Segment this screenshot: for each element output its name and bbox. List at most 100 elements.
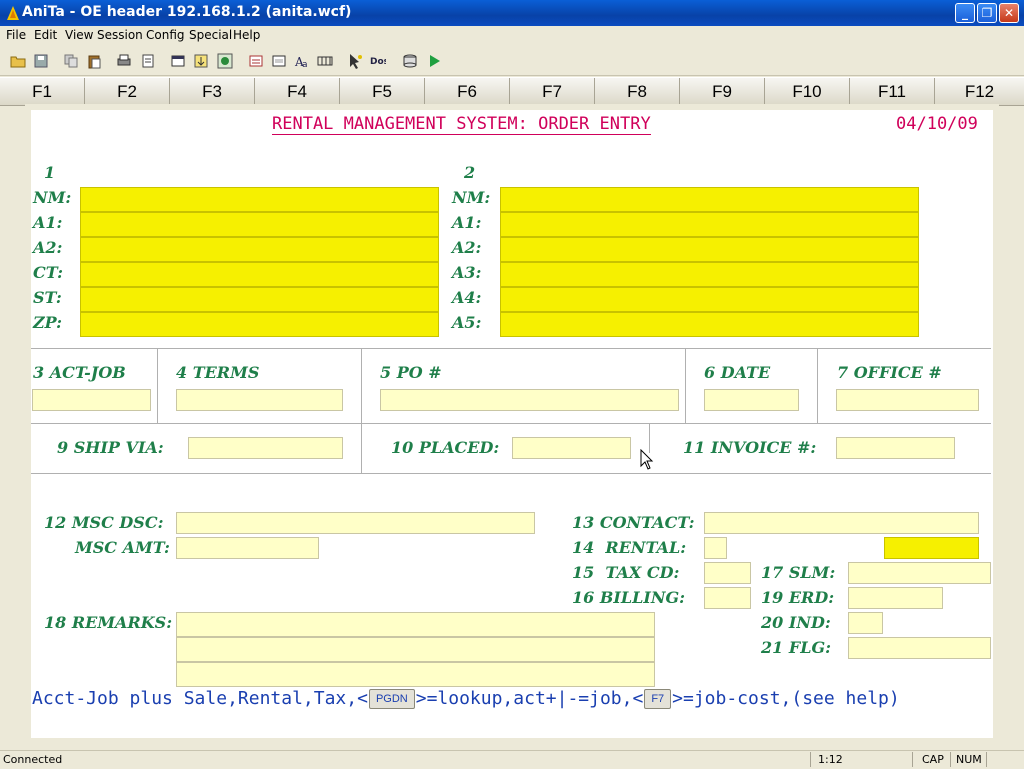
divider-line — [817, 348, 818, 423]
flg-field[interactable] — [848, 637, 991, 659]
msc-dsc-field[interactable] — [176, 512, 535, 534]
f7-key-button[interactable]: F7 — [644, 689, 672, 709]
f9-key[interactable]: F9 — [680, 78, 765, 105]
f2-key[interactable]: F2 — [85, 78, 170, 105]
col2-nm-field[interactable] — [500, 187, 919, 212]
pointer-icon[interactable] — [347, 53, 363, 69]
contact-label: 13 CONTACT: — [572, 513, 695, 532]
remarks-field-line-1[interactable] — [176, 612, 655, 637]
f11-key[interactable]: F11 — [850, 78, 935, 105]
col2-a2-label: A2: — [452, 238, 482, 257]
f6-key[interactable]: F6 — [425, 78, 510, 105]
invoice-label: 11 INVOICE #: — [683, 438, 817, 457]
rental-label: 14 RENTAL: — [572, 538, 687, 557]
col1-nm-field[interactable] — [80, 187, 439, 212]
dos-icon[interactable]: Dos — [370, 53, 386, 69]
menu-file[interactable]: File — [6, 28, 26, 42]
svg-text:a: a — [302, 60, 308, 69]
print-icon[interactable] — [116, 53, 132, 69]
menu-session[interactable]: Session — [97, 28, 143, 42]
rental-highlight-field[interactable] — [884, 537, 979, 559]
f1-key[interactable]: F1 — [0, 78, 85, 105]
restore-button[interactable]: ❐ — [977, 3, 997, 23]
f10-key[interactable]: F10 — [765, 78, 850, 105]
ind-field[interactable] — [848, 612, 883, 634]
col1-st-label: ST: — [33, 288, 62, 307]
help-text-3: >=job-cost,(see help) — [672, 688, 900, 709]
transfer-icon[interactable] — [193, 53, 209, 69]
remarks-field-line-3[interactable] — [176, 662, 655, 687]
close-button[interactable]: ✕ — [999, 3, 1019, 23]
menu-config[interactable]: Config — [146, 28, 185, 42]
col2-a1-field[interactable] — [500, 212, 919, 237]
mouse-cursor-icon — [640, 449, 654, 470]
help-text-2: >=lookup,act+|-=job,< — [415, 688, 644, 709]
act-job-field[interactable] — [32, 389, 151, 411]
menu-edit[interactable]: Edit — [34, 28, 57, 42]
col2-a3-field[interactable] — [500, 262, 919, 287]
f3-key[interactable]: F3 — [170, 78, 255, 105]
date-field[interactable] — [704, 389, 799, 411]
col1-a2-field[interactable] — [80, 237, 439, 262]
font-icon[interactable]: Aa — [294, 53, 310, 69]
window-title: AniTa - OE header 192.168.1.2 (anita.wcf… — [22, 4, 352, 20]
minimize-button[interactable]: _ — [955, 3, 975, 23]
menu-help[interactable]: Help — [233, 28, 260, 42]
grid-icon[interactable] — [317, 53, 333, 69]
run-icon[interactable] — [426, 53, 442, 69]
col1-a1-field[interactable] — [80, 212, 439, 237]
col1-zp-label: ZP: — [33, 313, 63, 332]
invoice-field[interactable] — [836, 437, 955, 459]
terms-field[interactable] — [176, 389, 343, 411]
terms-label: 4 TERMS — [176, 363, 260, 382]
ind-label: 20 IND: — [761, 613, 831, 632]
erd-field[interactable] — [848, 587, 943, 609]
erd-label: 19 ERD: — [761, 588, 835, 607]
copy-icon[interactable] — [63, 53, 79, 69]
col1-zp-field[interactable] — [80, 312, 439, 337]
f4-key[interactable]: F4 — [255, 78, 340, 105]
database-icon[interactable] — [402, 53, 418, 69]
ship-via-field[interactable] — [188, 437, 343, 459]
ship-via-label: 9 SHIP VIA: — [57, 438, 164, 457]
menu-bar: File Edit View Session Config Special He… — [0, 26, 1024, 46]
rental-field[interactable] — [704, 537, 727, 559]
pgdn-key-button[interactable]: PGDN — [368, 689, 415, 709]
billing-field[interactable] — [704, 587, 751, 609]
divider-line — [157, 348, 158, 423]
f8-key[interactable]: F8 — [595, 78, 680, 105]
connection-status: Connected — [3, 753, 63, 766]
col1-st-field[interactable] — [80, 287, 439, 312]
msc-amt-field[interactable] — [176, 537, 319, 559]
col1-ct-field[interactable] — [80, 262, 439, 287]
print-preview-icon[interactable] — [140, 53, 156, 69]
title-bar: AniTa - OE header 192.168.1.2 (anita.wcf… — [0, 0, 1024, 26]
remarks-field-line-2[interactable] — [176, 637, 655, 662]
col2-a4-field[interactable] — [500, 287, 919, 312]
f5-key[interactable]: F5 — [340, 78, 425, 105]
menu-view[interactable]: View — [65, 28, 93, 42]
connect-icon[interactable] — [217, 53, 233, 69]
office-field[interactable] — [836, 389, 979, 411]
msc-amt-label: MSC AMT: — [75, 538, 170, 557]
window-icon[interactable] — [170, 53, 186, 69]
paste-icon[interactable] — [86, 53, 102, 69]
f12-key[interactable]: F12 — [935, 78, 1024, 105]
menu-special[interactable]: Special — [189, 28, 232, 42]
placed-field[interactable] — [512, 437, 631, 459]
col2-nm-label: NM: — [452, 188, 491, 207]
slm-field[interactable] — [848, 562, 991, 584]
open-folder-icon[interactable] — [10, 53, 26, 69]
col2-a2-field[interactable] — [500, 237, 919, 262]
list-icon[interactable] — [248, 53, 264, 69]
f7-key[interactable]: F7 — [510, 78, 595, 105]
col1-a2-label: A2: — [33, 238, 63, 257]
form-icon[interactable] — [271, 53, 287, 69]
status-divider — [986, 752, 987, 767]
save-icon[interactable] — [33, 53, 49, 69]
divider-line — [685, 348, 686, 423]
col2-a5-field[interactable] — [500, 312, 919, 337]
contact-field[interactable] — [704, 512, 979, 534]
tax-cd-field[interactable] — [704, 562, 751, 584]
po-field[interactable] — [380, 389, 679, 411]
